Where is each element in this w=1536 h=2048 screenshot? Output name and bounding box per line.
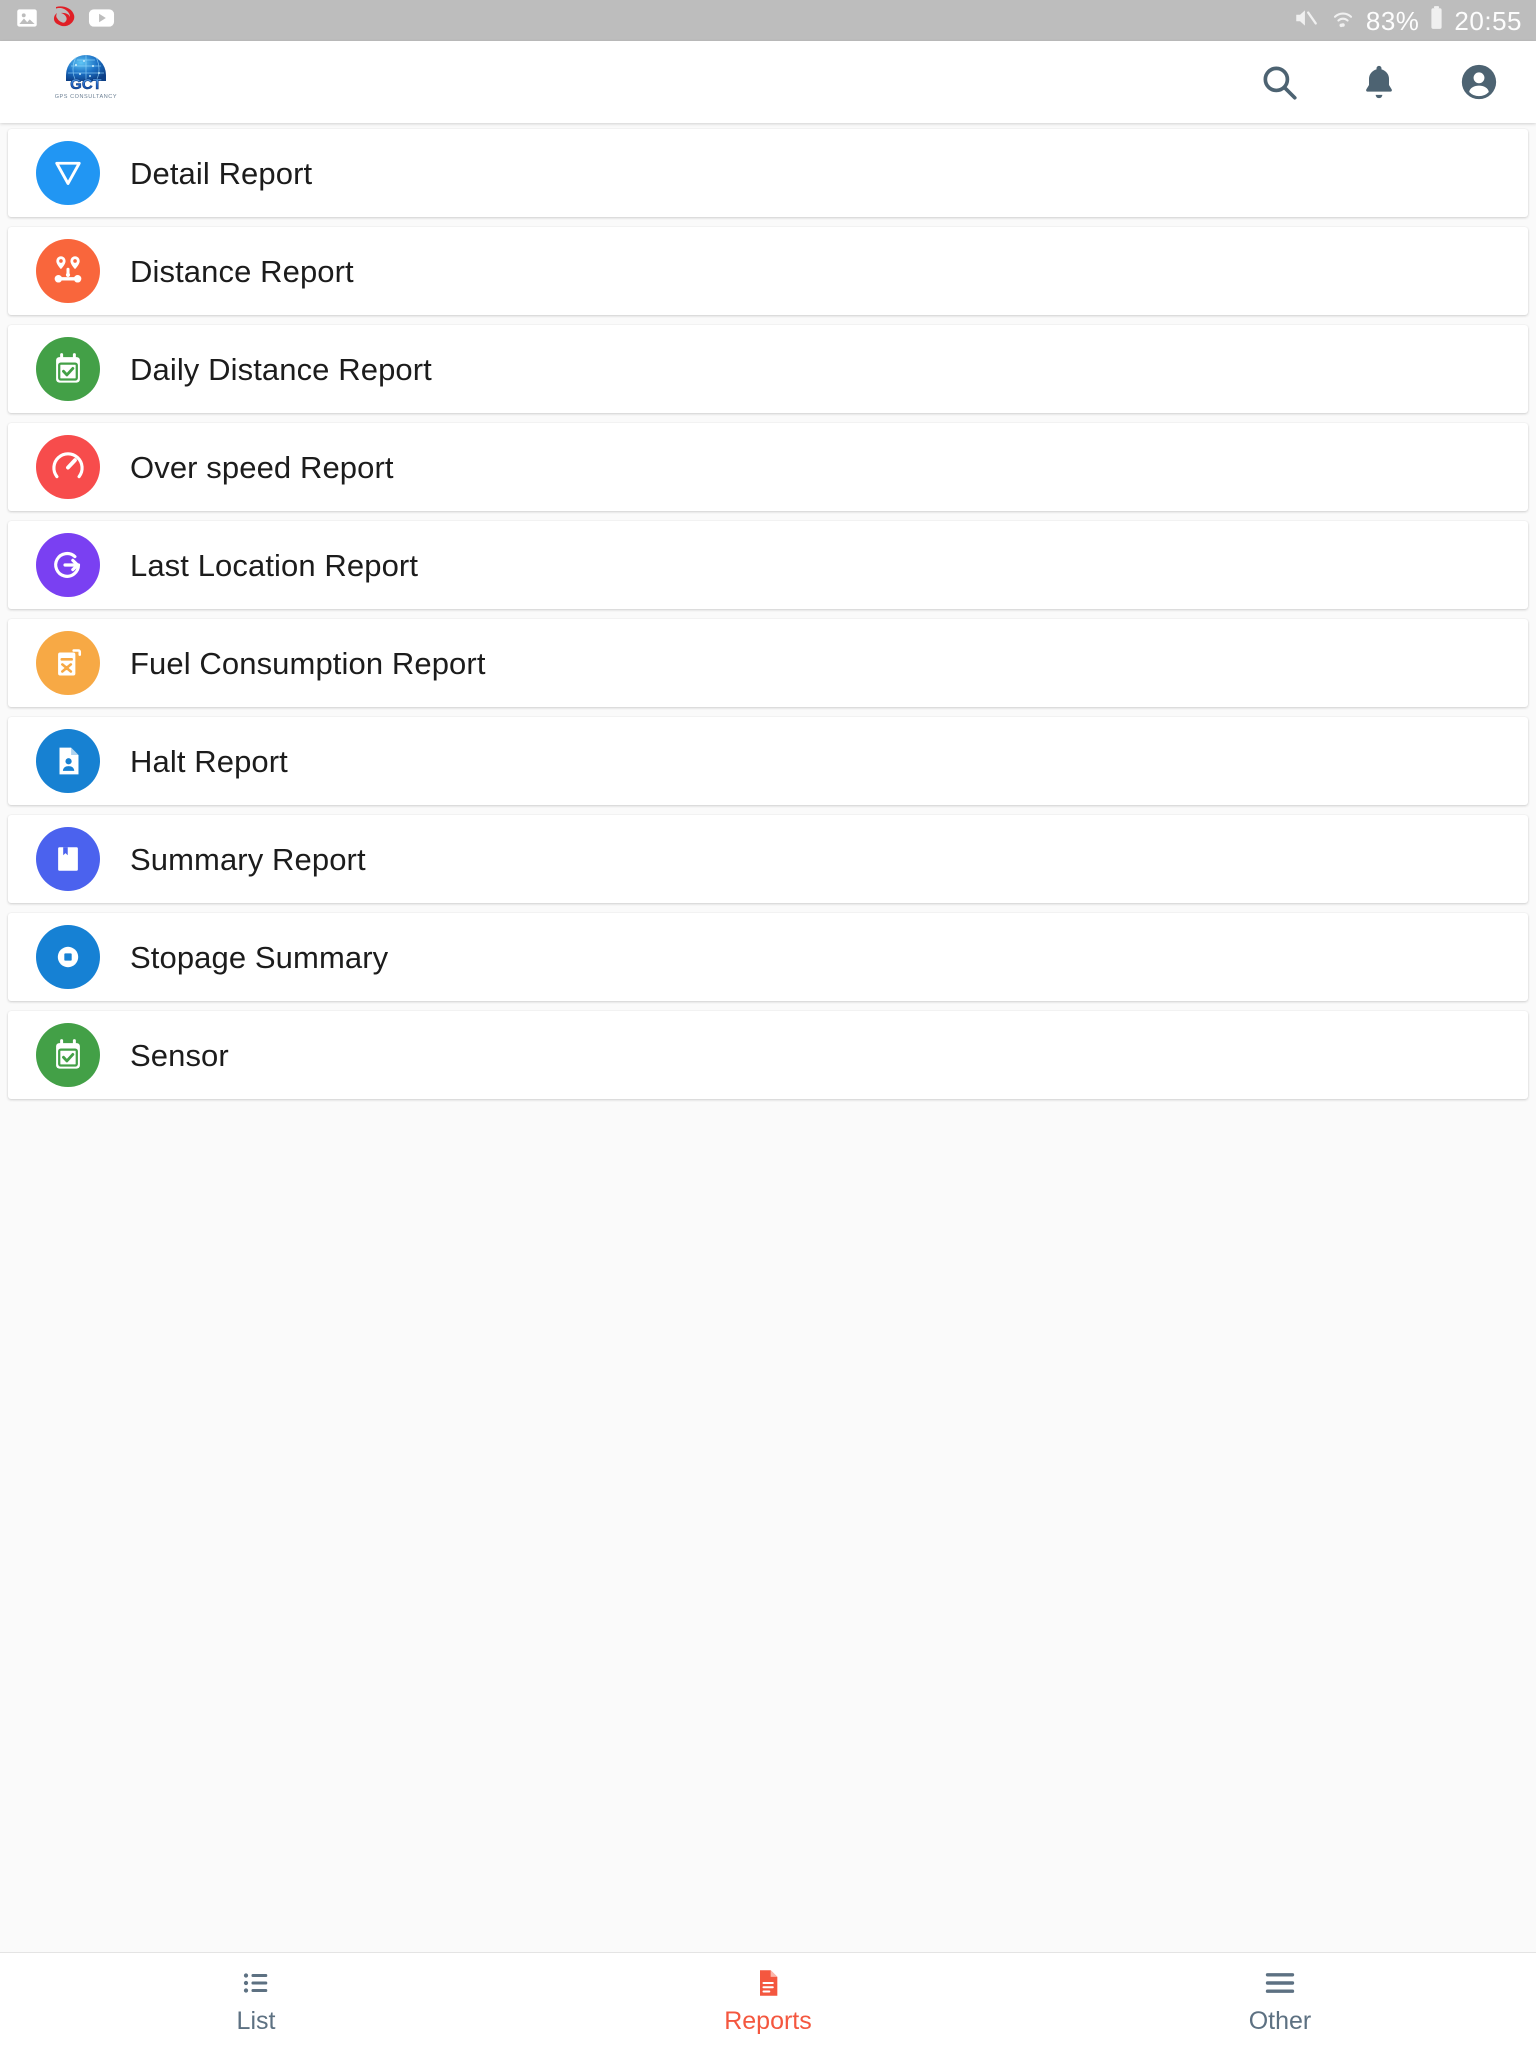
battery-percent-label: 83%: [1365, 5, 1420, 36]
nav-item-other[interactable]: Other: [1024, 1953, 1536, 2048]
list-item-label: Detail Report: [130, 155, 313, 191]
list-item-label: Distance Report: [130, 253, 354, 289]
clock-label: 20:55: [1454, 5, 1522, 36]
list-bullets-icon: [239, 1968, 273, 1998]
list-item[interactable]: Daily Distance Report: [8, 325, 1528, 413]
location-refresh-icon: [36, 533, 100, 597]
fuel-canister-icon: [36, 631, 100, 695]
youtube-icon: [88, 7, 115, 34]
list-item[interactable]: Fuel Consumption Report: [8, 619, 1528, 707]
volume-mute-icon: [1292, 5, 1320, 36]
nav-item-label: Reports: [724, 2006, 812, 2035]
bottom-navigation: List Reports Other: [0, 1952, 1536, 2048]
status-bar-system: 83% 20:55: [1292, 5, 1522, 36]
calendar-check-icon: [36, 337, 100, 401]
status-bar: 83% 20:55: [0, 0, 1536, 41]
list-item[interactable]: Detail Report: [8, 129, 1528, 217]
list-item[interactable]: Distance Report: [8, 227, 1528, 315]
nav-item-reports[interactable]: Reports: [512, 1953, 1024, 2048]
reports-list: Detail Report Distance Report Daily Dist…: [0, 123, 1536, 1952]
bookmark-book-icon: [36, 827, 100, 891]
logo-subtext: GPS CONSULTANCY: [54, 94, 118, 100]
nav-item-list[interactable]: List: [0, 1953, 512, 2048]
list-item-label: Sensor: [130, 1037, 229, 1073]
calendar-check-icon: [36, 1023, 100, 1087]
notifications-bell-icon[interactable]: [1356, 59, 1402, 105]
nav-item-label: Other: [1248, 2006, 1312, 2035]
wifi-icon: [1330, 6, 1356, 36]
list-item-label: Halt Report: [130, 743, 288, 779]
list-item[interactable]: Stopage Summary: [8, 913, 1528, 1001]
route-pins-icon: [36, 239, 100, 303]
globe-icon: GCT: [59, 51, 113, 93]
list-item[interactable]: Summary Report: [8, 815, 1528, 903]
list-item[interactable]: Last Location Report: [8, 521, 1528, 609]
list-item[interactable]: Halt Report: [8, 717, 1528, 805]
list-item-label: Last Location Report: [130, 547, 419, 583]
hamburger-menu-icon: [1263, 1968, 1297, 1998]
airtel-logo-icon: [49, 4, 79, 37]
document-person-icon: [36, 729, 100, 793]
gct-logo: GCT GPS CONSULTANCY: [40, 51, 132, 113]
status-bar-notifications: [14, 4, 115, 37]
stop-circle-icon: [36, 925, 100, 989]
app-screen: 83% 20:55 GCT GPS CONSULTANCY Detail Rep…: [0, 0, 1536, 2048]
image-gallery-icon: [14, 5, 40, 36]
list-item-label: Stopage Summary: [130, 939, 389, 975]
account-circle-icon[interactable]: [1456, 59, 1502, 105]
battery-icon: [1429, 5, 1444, 36]
filter-triangle-icon: [36, 141, 100, 205]
list-item-label: Over speed Report: [130, 449, 394, 485]
svg-text:GCT: GCT: [70, 76, 102, 91]
list-item[interactable]: Over speed Report: [8, 423, 1528, 511]
speedometer-icon: [36, 435, 100, 499]
search-icon[interactable]: [1256, 59, 1302, 105]
list-item-label: Fuel Consumption Report: [130, 645, 486, 681]
report-document-icon: [752, 1968, 784, 1998]
nav-item-label: List: [236, 2006, 276, 2035]
list-item-label: Daily Distance Report: [130, 351, 432, 387]
list-item[interactable]: Sensor: [8, 1011, 1528, 1099]
list-item-label: Summary Report: [130, 841, 366, 877]
app-bar: GCT GPS CONSULTANCY: [0, 41, 1536, 123]
app-bar-actions: [1256, 59, 1502, 105]
